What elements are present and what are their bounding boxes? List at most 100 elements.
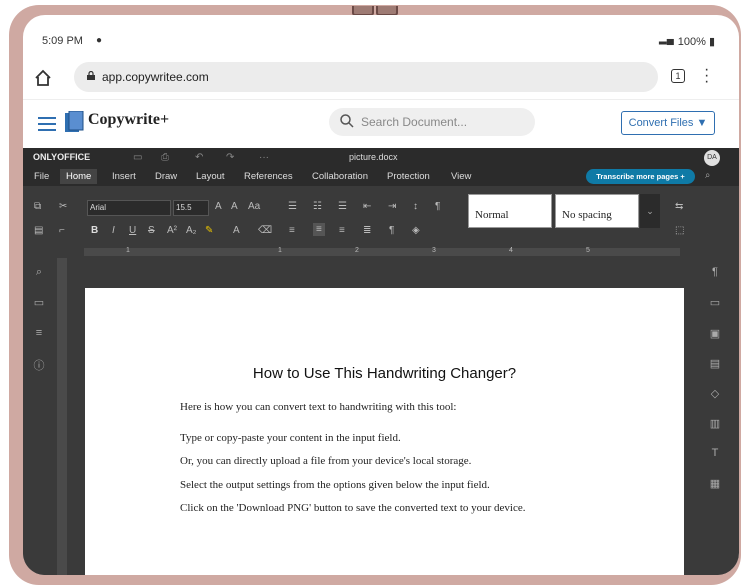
redo-icon[interactable]: ↷ — [226, 152, 234, 163]
vertical-ruler[interactable] — [57, 258, 67, 575]
replace-icon[interactable]: ⇆ — [675, 201, 683, 212]
document-page[interactable]: How to Use This Handwriting Changer? Her… — [85, 288, 684, 575]
notification-icon: ● — [96, 35, 103, 46]
italic-icon[interactable]: I — [112, 225, 115, 236]
tab-references[interactable]: References — [244, 171, 293, 182]
vertical-scrollbar[interactable] — [685, 258, 697, 575]
paragraph-settings-icon[interactable]: ¶ — [708, 266, 722, 280]
tab-draw[interactable]: Draw — [155, 171, 177, 182]
find-icon[interactable]: ⌕ — [32, 266, 46, 280]
header-footer-icon[interactable]: ▭ — [708, 296, 722, 310]
decrease-indent-icon[interactable]: ⇤ — [363, 201, 371, 212]
image-settings-icon[interactable]: ▣ — [708, 327, 722, 341]
battery-level: 100% ▮ — [677, 36, 715, 48]
url-field[interactable]: app.copywritee.com — [74, 62, 658, 92]
cut-icon[interactable]: ✂ — [59, 201, 67, 212]
editor-menu: File Home Insert Draw Layout References … — [23, 168, 739, 186]
tab-home[interactable]: Home — [60, 169, 98, 184]
print-icon[interactable]: ⎙ — [161, 152, 169, 163]
comments-icon[interactable]: ▭ — [32, 296, 46, 310]
document-line: Type or copy-paste your content in the i… — [180, 432, 401, 444]
convert-files-button[interactable]: Convert Files ▼ — [621, 111, 715, 135]
status-bar: 5:09 PM ● ▂▄ 100% ▮ — [23, 15, 739, 59]
onlyoffice-logo: ONLYOFFICE — [33, 152, 91, 162]
site-header: Copywrite+ Search Document... Convert Fi… — [23, 99, 739, 148]
document-title: How to Use This Handwriting Changer? — [252, 365, 517, 382]
align-right-icon[interactable]: ≡ — [339, 225, 345, 236]
increase-font-icon[interactable]: A — [215, 201, 222, 212]
user-avatar[interactable]: DA — [704, 150, 720, 166]
underline-icon[interactable]: U — [129, 225, 136, 236]
signal-icon: ▂▄ — [659, 34, 674, 45]
search-placeholder: Search Document... — [361, 115, 468, 129]
align-left-icon[interactable]: ≡ — [289, 225, 295, 236]
url-text: app.copywritee.com — [102, 70, 209, 84]
numbering-icon[interactable]: ☷ — [313, 201, 322, 212]
copy-icon[interactable]: ⧉ — [34, 201, 41, 212]
font-size-select[interactable]: 15.5 — [173, 200, 209, 216]
horizontal-ruler[interactable]: 1 1 2 3 4 5 — [78, 244, 684, 258]
subscript-icon[interactable]: A₂ — [186, 225, 197, 236]
more-icon[interactable]: ··· — [259, 152, 269, 163]
home-icon[interactable] — [34, 69, 52, 87]
tab-insert[interactable]: Insert — [112, 171, 136, 182]
font-name-select[interactable]: Arial — [87, 200, 171, 216]
screen: 5:09 PM ● ▂▄ 100% ▮ app.copywritee.com 1… — [23, 15, 739, 575]
line-spacing-icon[interactable]: ↕ — [413, 201, 418, 212]
hamburger-menu-icon[interactable] — [38, 117, 56, 131]
text-art-icon[interactable]: T — [708, 447, 722, 461]
search-document[interactable]: Search Document... — [329, 108, 535, 136]
bullets-icon[interactable]: ☰ — [288, 201, 297, 212]
lock-icon — [87, 71, 95, 80]
tab-view[interactable]: View — [451, 171, 471, 182]
bold-icon[interactable]: B — [91, 225, 98, 236]
left-sidebar: ⌕ ▭ ≡ ⓘ — [23, 244, 55, 575]
decrease-font-icon[interactable]: A — [231, 201, 238, 212]
copywrite-logo-icon — [65, 111, 84, 132]
right-sidebar: ¶ ▭ ▣ ▤ ◇ ▥ T ▦ — [699, 244, 731, 575]
tab-collaboration[interactable]: Collaboration — [312, 171, 368, 182]
document-line: Select the output settings from the opti… — [180, 479, 490, 491]
transcribe-more-pages-button[interactable]: Transcribe more pages + — [586, 169, 695, 184]
chart-settings-icon[interactable]: ▥ — [708, 417, 722, 431]
align-center-icon[interactable]: ≡ — [313, 223, 325, 236]
paste-icon[interactable]: ▤ — [34, 225, 43, 236]
highlight-icon[interactable]: ✎ — [205, 225, 213, 236]
document-line: Here is how you can convert text to hand… — [180, 401, 457, 413]
paragraph-mark-icon[interactable]: ¶ — [435, 201, 440, 212]
style-normal[interactable]: Normal — [468, 194, 552, 228]
search-icon[interactable]: ⌕ — [705, 170, 710, 181]
strikethrough-icon[interactable]: S — [148, 225, 155, 236]
clear-format-icon[interactable]: ⌫ — [258, 225, 272, 236]
paragraph-settings-icon[interactable]: ¶ — [389, 225, 394, 236]
undo-icon[interactable]: ↶ — [195, 152, 203, 163]
format-painter-icon[interactable]: ⌐ — [59, 225, 65, 236]
justify-icon[interactable]: ≣ — [363, 225, 371, 236]
about-icon[interactable]: ⓘ — [32, 357, 46, 372]
tab-protection[interactable]: Protection — [387, 171, 430, 182]
form-settings-icon[interactable]: ▦ — [708, 477, 722, 491]
brand-name[interactable]: Copywrite+ — [88, 111, 169, 129]
tab-count-button[interactable]: 1 — [671, 69, 685, 83]
tab-layout[interactable]: Layout — [196, 171, 225, 182]
font-color-icon[interactable]: A — [233, 225, 240, 236]
style-no-spacing[interactable]: No spacing — [555, 194, 639, 228]
superscript-icon[interactable]: A² — [167, 225, 177, 236]
shape-settings-icon[interactable]: ◇ — [708, 387, 722, 401]
tab-file[interactable]: File — [34, 171, 49, 182]
search-icon — [340, 114, 354, 128]
more-options-icon[interactable]: · · · — [704, 62, 709, 90]
editor-toolbar: ⧉ ✂ ▤ ⌐ Arial 15.5 A A Aa B I U S A² A₂ … — [23, 186, 739, 244]
document-line: Click on the 'Download PNG' button to sa… — [180, 502, 526, 514]
increase-indent-icon[interactable]: ⇥ — [388, 201, 396, 212]
styles-dropdown-icon[interactable]: ⌄ — [640, 194, 660, 228]
multilevel-icon[interactable]: ☰ — [338, 201, 347, 212]
navigation-icon[interactable]: ≡ — [32, 327, 46, 341]
change-case-icon[interactable]: Aa — [248, 201, 260, 212]
save-icon[interactable]: ▭ — [133, 152, 142, 163]
table-settings-icon[interactable]: ▤ — [708, 357, 722, 371]
editor-title-bar: ONLYOFFICE ▭ ⎙ ↶ ↷ ··· picture.docx DA — [23, 148, 739, 168]
shading-icon[interactable]: ◈ — [412, 225, 420, 236]
select-icon[interactable]: ⬚ — [675, 225, 684, 236]
document-line: Or, you can directly upload a file from … — [180, 455, 472, 467]
